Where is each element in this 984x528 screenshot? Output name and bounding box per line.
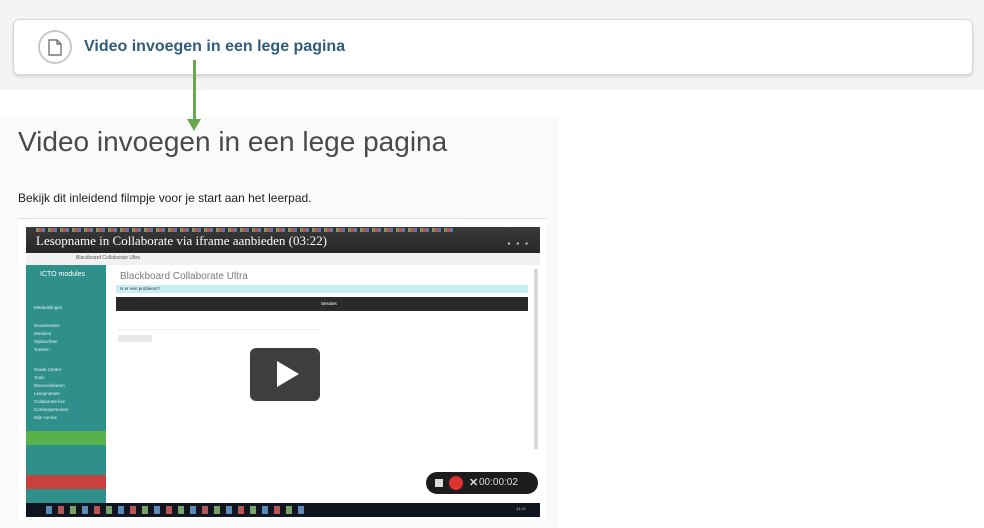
lesson-card[interactable]: Video invoegen in een lege pagina — [13, 19, 973, 75]
taskbar-clock: 11:21 — [516, 506, 526, 511]
video-app-title: Blackboard Collaborate Ultra — [120, 271, 248, 282]
video-nav-item: Grade Center — [34, 367, 62, 372]
video-nav-item: Modules — [34, 331, 52, 336]
play-icon — [277, 361, 299, 387]
video-sidebar-section-green — [26, 431, 106, 445]
video-nav-item: Toetsen — [34, 347, 50, 352]
video-embed-frame: Lesopname in Collaborate via iframe aanb… — [18, 218, 546, 519]
document-icon — [38, 30, 72, 64]
video-nav-item: Contactpersonen — [34, 407, 69, 412]
video-list-row — [118, 317, 318, 330]
video-alert-bar: Is er een probleem? — [116, 285, 528, 293]
video-sidebar-logo: ICTO modules — [40, 271, 85, 278]
video-alert-text: Is er een probleem? — [120, 286, 161, 291]
page-title: Video invoegen in een lege pagina — [18, 126, 448, 157]
video-taskbar: 11:21 — [26, 503, 540, 517]
video-nav-item: Mededelingen — [34, 305, 63, 310]
video-nav-item: Opdrachten — [34, 339, 58, 344]
video-player[interactable]: Lesopname in Collaborate via iframe aanb… — [26, 227, 540, 517]
video-url-text: Blackboard Collaborate Ultra — [76, 255, 140, 261]
video-title-bar: Lesopname in Collaborate via iframe aanb… — [26, 227, 540, 253]
play-button[interactable] — [250, 348, 320, 401]
video-nav-item: Mijn cursus — [34, 415, 57, 420]
video-nav-item: Collaborate live — [34, 399, 66, 404]
recorder-time: 00:00:02 — [479, 477, 518, 488]
intro-text: Bekijk dit inleidend filmpje voor je sta… — [18, 191, 312, 205]
lesson-card-title[interactable]: Video invoegen in een lege pagina — [84, 38, 345, 56]
arrow-down-icon — [187, 119, 201, 131]
video-sidebar-section-red — [26, 475, 106, 489]
video-nav-item: Discussieforum — [34, 383, 65, 388]
video-sidebar: ICTO modules Mededelingen Documenten Mod… — [26, 265, 106, 503]
connector-arrow-line — [193, 60, 196, 124]
taskbar-icons — [46, 506, 306, 514]
video-screen: Blackboard Collaborate Ultra ICTO module… — [26, 253, 540, 503]
close-icon: ✕ — [469, 477, 479, 489]
bookmark-icons-strip — [36, 228, 456, 232]
video-nav-item: Lesopnames — [34, 391, 60, 396]
pause-icon — [449, 476, 463, 490]
video-nav-item: Tools — [34, 375, 45, 380]
video-inner-button — [118, 335, 152, 342]
screen-recorder-toolbar: ✕ 00:00:02 — [426, 472, 538, 494]
video-sessions-bar: Sessies — [116, 297, 528, 311]
video-title[interactable]: Lesopname in Collaborate via iframe aanb… — [36, 233, 327, 249]
video-sessions-label: Sessies — [321, 301, 337, 306]
video-nav-item: Documenten — [34, 323, 60, 328]
video-main-area: Blackboard Collaborate Ultra Is er een p… — [106, 265, 540, 503]
window-controls-icon: ▪▪▪ — [507, 239, 534, 248]
page-content: Video invoegen in een lege pagina Bekijk… — [0, 118, 558, 528]
video-scrollbar — [534, 269, 538, 449]
stop-icon — [435, 479, 443, 487]
